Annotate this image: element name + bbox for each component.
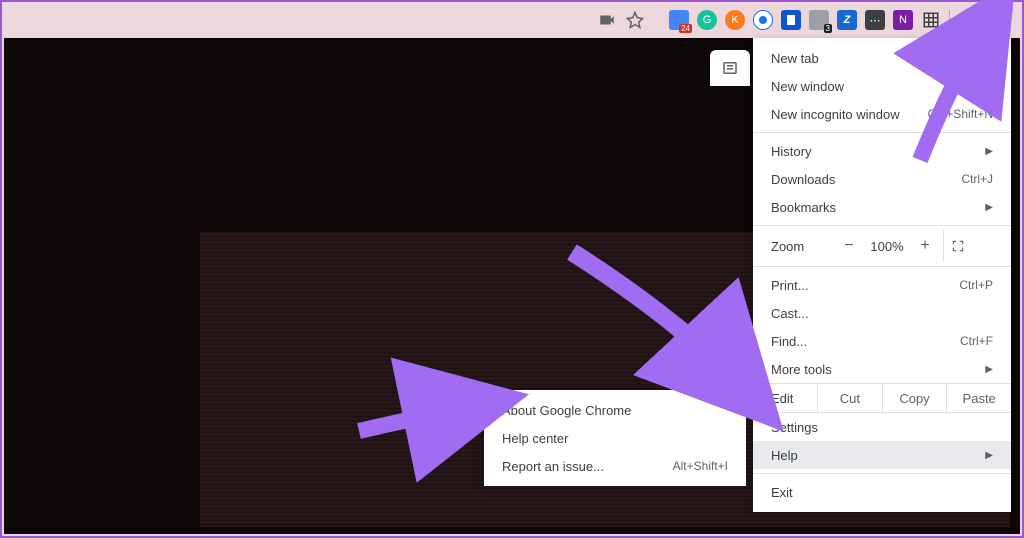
reading-list-button[interactable] [710, 50, 750, 86]
menu-label: Help [771, 448, 798, 463]
calendar-badge: 24 [679, 24, 692, 33]
annotation-arrow-2 [562, 242, 762, 427]
zoom-percent: 100% [863, 239, 911, 254]
menu-help[interactable]: Help ▶ [753, 441, 1011, 469]
menu-shortcut: Alt+Shift+I [673, 459, 728, 473]
chevron-right-icon: ▶ [985, 364, 993, 375]
z-icon[interactable]: Z [837, 10, 857, 30]
onenote-icon[interactable]: N [893, 10, 913, 30]
menu-label: Settings [771, 420, 818, 435]
star-icon[interactable] [625, 10, 645, 30]
zoom-label: Zoom [771, 239, 835, 254]
grey-badge: 3 [824, 24, 832, 33]
menu-label: Help center [502, 431, 568, 446]
menu-shortcut: Ctrl+P [959, 278, 993, 292]
chevron-right-icon: ▶ [985, 202, 993, 213]
menu-label: Print... [771, 278, 809, 293]
cut-button[interactable]: Cut [817, 384, 882, 412]
grey-icon[interactable]: 3 [809, 10, 829, 30]
target-icon[interactable] [753, 10, 773, 30]
menu-bookmarks[interactable]: Bookmarks ▶ [753, 193, 1011, 221]
menu-settings[interactable]: Settings [753, 413, 1011, 441]
menu-exit[interactable]: Exit [753, 478, 1011, 506]
menu-label: New incognito window [771, 107, 900, 122]
zoom-in-button[interactable]: + [911, 237, 939, 255]
copy-button[interactable]: Copy [882, 384, 947, 412]
submenu-help-center[interactable]: Help center [484, 424, 746, 452]
calendar-icon[interactable]: 24 [669, 10, 689, 30]
dots-icon[interactable]: ⋯ [865, 10, 885, 30]
menu-label: Exit [771, 485, 793, 500]
zoom-out-button[interactable]: − [835, 237, 863, 255]
paste-button[interactable]: Paste [946, 384, 1011, 412]
edit-label: Edit [753, 384, 817, 412]
menu-edit-row: Edit Cut Copy Paste [753, 383, 1011, 413]
fullscreen-button[interactable] [943, 230, 971, 262]
menu-shortcut: Ctrl+F [960, 334, 993, 348]
doc-icon[interactable] [781, 10, 801, 30]
menu-label: History [771, 144, 811, 159]
browser-toolbar: 24 G K 3 Z ⋯ N [2, 2, 1022, 38]
menu-label: More tools [771, 362, 832, 377]
menu-cast[interactable]: Cast... [753, 299, 1011, 327]
submenu-report-issue[interactable]: Report an issue... Alt+Shift+I [484, 452, 746, 480]
menu-more-tools[interactable]: More tools ▶ [753, 355, 1011, 383]
annotation-arrow-1 [912, 10, 1012, 175]
grammarly-icon[interactable]: G [697, 10, 717, 30]
menu-print[interactable]: Print... Ctrl+P [753, 271, 1011, 299]
menu-label: Cast... [771, 306, 809, 321]
menu-zoom-row: Zoom − 100% + [753, 230, 1011, 262]
menu-label: Downloads [771, 172, 835, 187]
k-icon[interactable]: K [725, 10, 745, 30]
menu-label: Find... [771, 334, 807, 349]
chevron-right-icon: ▶ [985, 450, 993, 461]
annotation-arrow-3 [354, 386, 494, 451]
menu-label: New tab [771, 51, 819, 66]
menu-separator [753, 225, 1011, 226]
menu-find[interactable]: Find... Ctrl+F [753, 327, 1011, 355]
menu-label: New window [771, 79, 844, 94]
menu-separator [753, 266, 1011, 267]
menu-separator [753, 473, 1011, 474]
menu-label: Report an issue... [502, 459, 604, 474]
menu-label: Bookmarks [771, 200, 836, 215]
camera-icon[interactable] [597, 10, 617, 30]
